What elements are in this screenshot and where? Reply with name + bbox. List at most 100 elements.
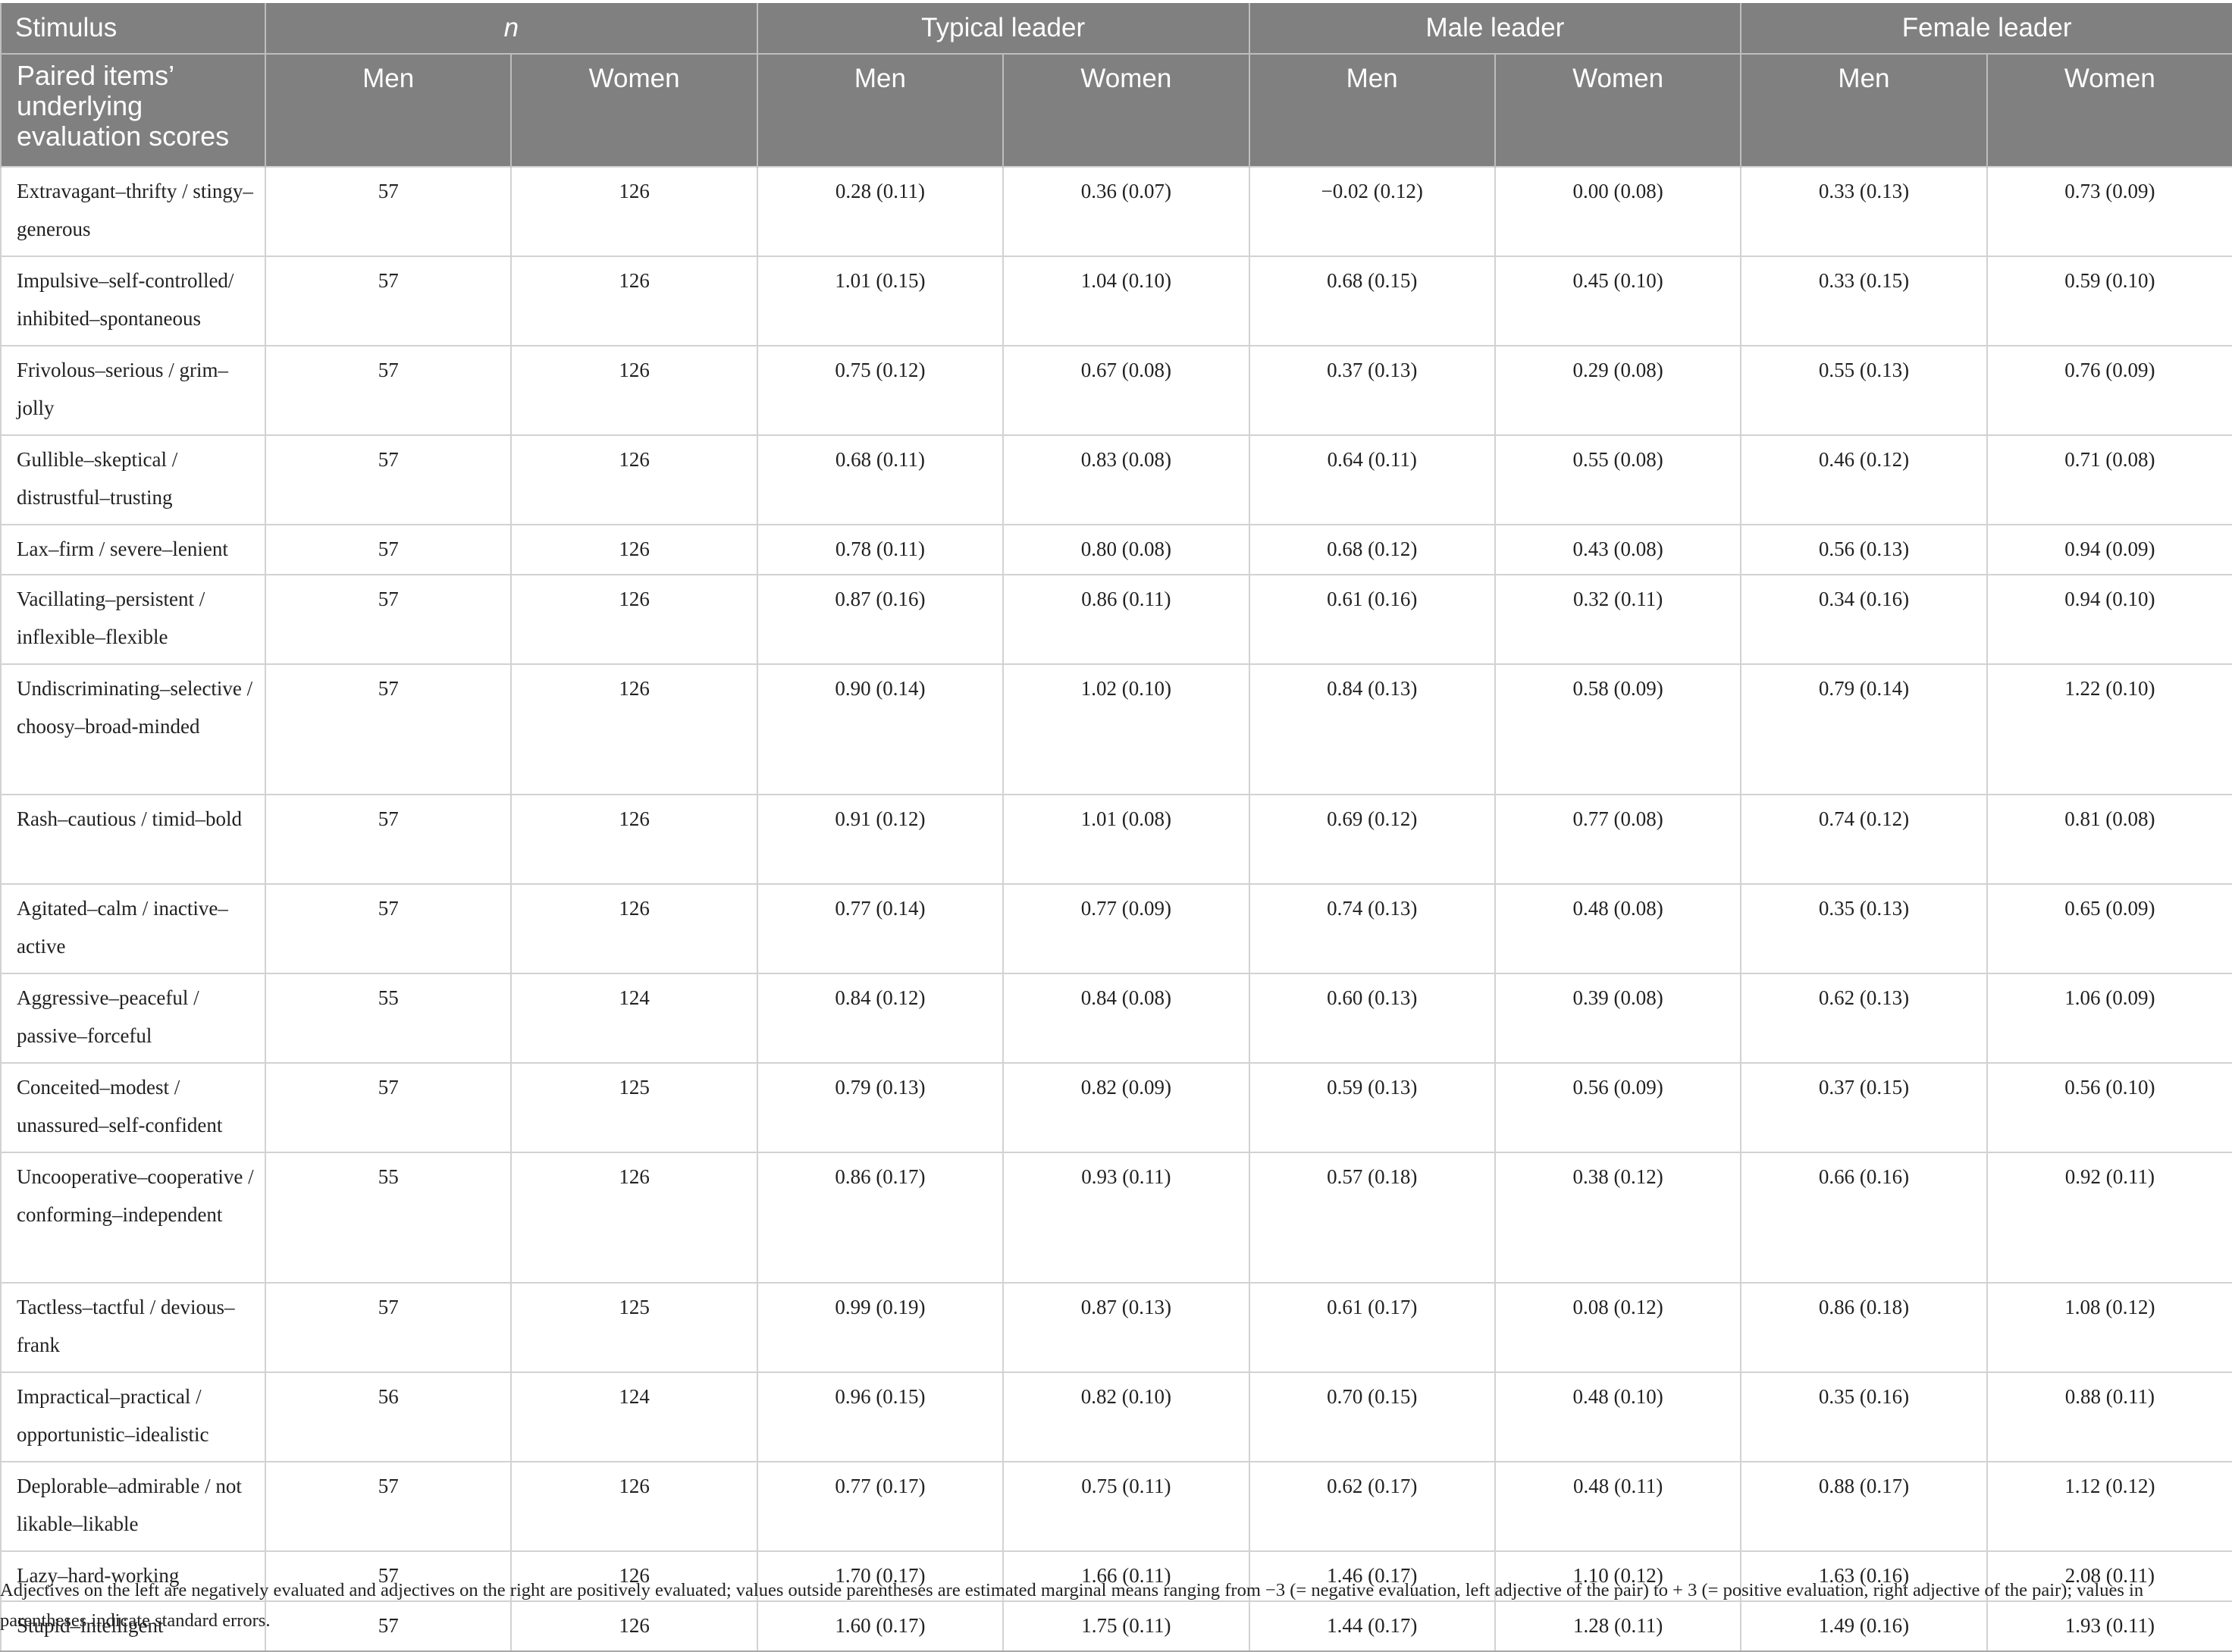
- female-men-cell: 0.55 (0.13): [1740, 345, 1988, 436]
- n-men-cell: 56: [264, 1371, 513, 1462]
- female-women-cell: 0.76 (0.09): [1986, 345, 2232, 436]
- male-men-cell: 0.68 (0.12): [1248, 524, 1496, 575]
- stimulus-cell: Frivolous–serious / grim–jolly: [0, 345, 266, 436]
- n-men-cell: 57: [264, 524, 513, 575]
- n-men-cell: 57: [264, 794, 513, 885]
- table-row: Uncooperative–cooperative / conforming–i…: [0, 1152, 2232, 1284]
- n-men-cell: 57: [264, 574, 513, 665]
- table-row: Frivolous–serious / grim–jolly 57 126 0.75 …: [0, 345, 2232, 436]
- table-row: Rash–cautious / timid–bold 57 126 0.91 (0.1…: [0, 794, 2232, 885]
- male-men-header: Men: [1248, 54, 1496, 167]
- stimulus-cell: Tactless–tactful / devious–frank: [0, 1282, 266, 1373]
- n-men-cell: 57: [264, 345, 513, 436]
- n-women-cell: 126: [510, 524, 758, 575]
- female-women-cell: 0.59 (0.10): [1986, 255, 2232, 346]
- n-women-cell: 126: [510, 434, 758, 525]
- n-women-cell: 126: [510, 663, 758, 795]
- female-men-cell: 0.66 (0.16): [1740, 1152, 1988, 1284]
- female-men-cell: 0.35 (0.16): [1740, 1371, 1988, 1462]
- female-men-cell: 0.33 (0.15): [1740, 255, 1988, 346]
- male-men-cell: 0.61 (0.17): [1248, 1282, 1496, 1373]
- n-men-cell: 57: [264, 1282, 513, 1373]
- n-header: n: [265, 3, 758, 55]
- typical-men-cell: 0.68 (0.11): [756, 434, 1005, 525]
- male-men-cell: 0.74 (0.13): [1248, 883, 1496, 974]
- n-men-cell: 57: [264, 255, 513, 346]
- typical-men-cell: 0.75 (0.12): [756, 345, 1005, 436]
- stimulus-cell: Undiscriminating–selective / choosy–broa…: [0, 663, 266, 795]
- male-men-cell: 0.57 (0.18): [1248, 1152, 1496, 1284]
- n-men-cell: 55: [264, 973, 513, 1064]
- table-body: Extravagant–thrifty / stingy–generous 57 1…: [0, 166, 2232, 1652]
- male-women-cell: 0.32 (0.11): [1494, 574, 1742, 665]
- female-men-cell: 0.46 (0.12): [1740, 434, 1988, 525]
- table-header: Stimulus n Typical leader Male leader Fe…: [0, 3, 2232, 167]
- n-men-cell: 57: [264, 1062, 513, 1153]
- typical-women-cell: 1.04 (0.10): [1002, 255, 1250, 346]
- male-women-cell: 0.43 (0.08): [1494, 524, 1742, 575]
- table-row: Tactless–tactful / devious–frank 57 125 0.9…: [0, 1282, 2232, 1373]
- n-women-cell: 126: [510, 255, 758, 346]
- male-men-cell: 0.61 (0.16): [1248, 574, 1496, 665]
- typical-men-cell: 0.77 (0.14): [756, 883, 1005, 974]
- male-men-cell: 0.70 (0.15): [1248, 1371, 1496, 1462]
- male-leader-header: Male leader: [1248, 3, 1742, 55]
- paired-items-header: Paired items’ underlying evaluation scor…: [0, 54, 266, 167]
- typical-women-cell: 1.01 (0.08): [1002, 794, 1250, 885]
- female-women-cell: 0.88 (0.11): [1986, 1371, 2232, 1462]
- female-men-cell: 0.56 (0.13): [1740, 524, 1988, 575]
- male-women-cell: 0.39 (0.08): [1494, 973, 1742, 1064]
- stimulus-cell: Rash–cautious / timid–bold: [0, 794, 266, 885]
- female-men-cell: 0.35 (0.13): [1740, 883, 1988, 974]
- results-table: Stimulus n Typical leader Male leader Fe…: [0, 3, 2232, 1652]
- typical-women-cell: 0.82 (0.10): [1002, 1371, 1250, 1462]
- header-row-groups: Stimulus n Typical leader Male leader Fe…: [0, 3, 2232, 55]
- typical-women-cell: 0.86 (0.11): [1002, 574, 1250, 665]
- typical-women-cell: 0.77 (0.09): [1002, 883, 1250, 974]
- typical-men-header: Men: [756, 54, 1005, 167]
- stimulus-cell: Deplorable–admirable / not likable–likab…: [0, 1461, 266, 1552]
- typical-men-cell: 0.91 (0.12): [756, 794, 1005, 885]
- stimulus-cell: Aggressive–peaceful / passive–forceful: [0, 973, 266, 1064]
- table-row: Aggressive–peaceful / passive–forceful 55…: [0, 973, 2232, 1064]
- n-women-cell: 125: [510, 1062, 758, 1153]
- female-women-cell: 0.73 (0.09): [1986, 166, 2232, 257]
- female-women-cell: 1.12 (0.12): [1986, 1461, 2232, 1552]
- female-men-cell: 0.79 (0.14): [1740, 663, 1988, 795]
- typical-men-cell: 0.84 (0.12): [756, 973, 1005, 1064]
- typical-women-cell: 0.75 (0.11): [1002, 1461, 1250, 1552]
- male-women-cell: 0.48 (0.08): [1494, 883, 1742, 974]
- male-women-cell: 0.55 (0.08): [1494, 434, 1742, 525]
- female-women-cell: 0.81 (0.08): [1986, 794, 2232, 885]
- male-men-cell: 0.68 (0.15): [1248, 255, 1496, 346]
- typical-men-cell: 0.86 (0.17): [756, 1152, 1005, 1284]
- female-men-cell: 0.33 (0.13): [1740, 166, 1988, 257]
- male-men-cell: −0.02 (0.12): [1248, 166, 1496, 257]
- n-women-cell: 124: [510, 1371, 758, 1462]
- male-women-cell: 0.48 (0.11): [1494, 1461, 1742, 1552]
- n-women-cell: 126: [510, 574, 758, 665]
- table-row: Agitated–calm / inactive–active 57 126 0.77…: [0, 883, 2232, 974]
- stimulus-cell: Impulsive–self-controlled/ inhibited–spo…: [0, 255, 266, 346]
- female-women-cell: 0.65 (0.09): [1986, 883, 2232, 974]
- table-row: Impulsive–self-controlled/ inhibited–spo…: [0, 255, 2232, 346]
- n-men-cell: 57: [264, 883, 513, 974]
- typical-women-cell: 0.80 (0.08): [1002, 524, 1250, 575]
- n-women-cell: 125: [510, 1282, 758, 1373]
- header-row-sub: Paired items’ underlying evaluation scor…: [0, 54, 2232, 167]
- female-men-cell: 0.37 (0.15): [1740, 1062, 1988, 1153]
- male-women-cell: 0.56 (0.09): [1494, 1062, 1742, 1153]
- female-women-cell: 0.94 (0.10): [1986, 574, 2232, 665]
- male-women-cell: 0.38 (0.12): [1494, 1152, 1742, 1284]
- male-women-cell: 0.58 (0.09): [1494, 663, 1742, 795]
- table-row: Vacillating–persistent / inflexible–flex…: [0, 574, 2232, 665]
- male-women-cell: 0.29 (0.08): [1494, 345, 1742, 436]
- typical-women-cell: 0.84 (0.08): [1002, 973, 1250, 1064]
- female-leader-header: Female leader: [1740, 3, 2232, 55]
- typical-men-cell: 0.78 (0.11): [756, 524, 1005, 575]
- table-row: Conceited–modest / unassured–self-confid…: [0, 1062, 2232, 1153]
- stimulus-cell: Conceited–modest / unassured–self-confid…: [0, 1062, 266, 1153]
- n-women-header: Women: [510, 54, 758, 167]
- female-men-cell: 0.62 (0.13): [1740, 973, 1988, 1064]
- male-men-cell: 0.37 (0.13): [1248, 345, 1496, 436]
